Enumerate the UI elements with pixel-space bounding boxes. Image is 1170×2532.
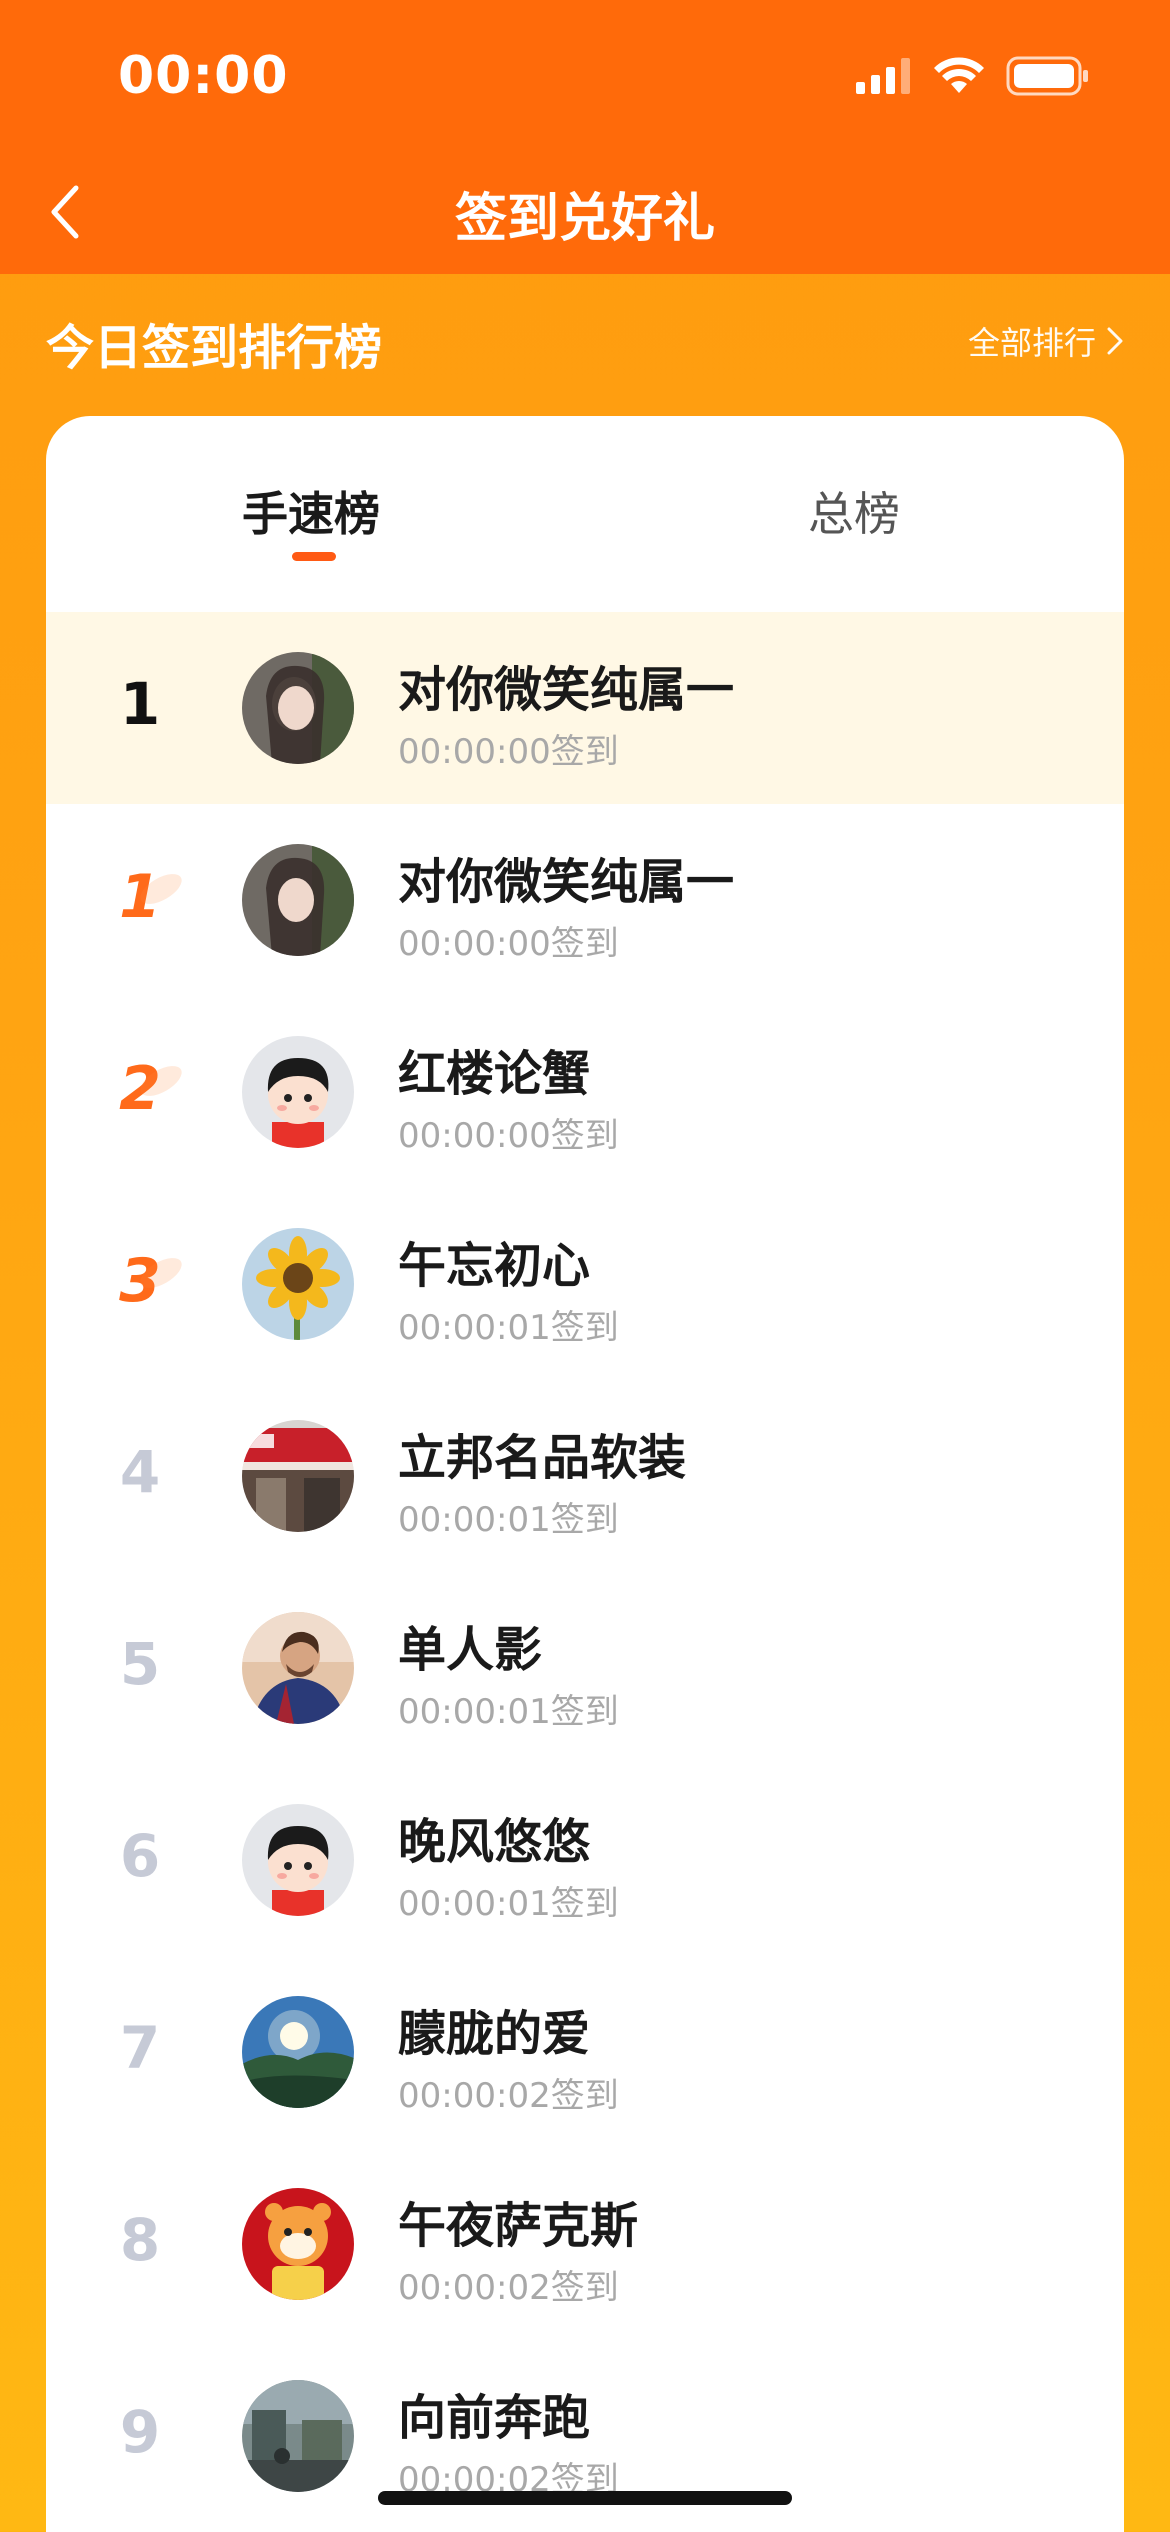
user-name: 立邦名品软装 [398,1430,687,1486]
my-ranking-row[interactable]: 1 对你微笑纯属一 00:00:00签到 [46,612,1124,804]
tab-bar: 手速榜 总榜 [46,416,1124,612]
ranking-row[interactable]: 3 午忘初心 00:00:01签到 [46,1188,1124,1380]
ranking-list: 1 对你微笑纯属一 00:00:00签到 1 对你微笑纯属一 00:00:00签… [46,612,1124,2532]
checkin-time: 00:00:00签到 [398,732,619,772]
woman-photo-avatar [242,652,354,764]
rank-number: 5 [119,1630,161,1698]
status-bar: 00:00 [0,0,1170,150]
sunflower-avatar [242,1228,354,1340]
ranking-title: 今日签到排行榜 [46,320,383,376]
tab-total-ranking[interactable]: 总榜 [808,478,900,544]
user-name: 午夜萨克斯 [398,2198,639,2254]
user-name: 朦胧的爱 [398,2006,591,2062]
rank-medal-number: 2 [90,1054,190,1124]
user-name: 午忘初心 [398,1238,591,1294]
wifi-icon [934,57,984,93]
storefront-avatar [242,1420,354,1532]
rank-number: 4 [119,1438,161,1506]
nav-bar: 签到兑好礼 [0,150,1170,274]
active-tab-indicator [292,552,336,561]
rank-number: 7 [119,2014,161,2082]
checkin-time: 00:00:01签到 [398,1884,619,1924]
ranking-row[interactable]: 8 午夜萨克斯 00:00:02签到 [46,2148,1124,2340]
ranking-row[interactable]: 6 晚风悠悠 00:00:01签到 [46,1764,1124,1956]
cartoon-boy-avatar [242,1036,354,1148]
ranking-row[interactable]: 4 立邦名品软装 00:00:01签到 [46,1380,1124,1572]
page-title: 签到兑好礼 [454,189,715,249]
battery-icon [1006,56,1088,96]
checkin-time: 00:00:02签到 [398,2076,619,2116]
ranking-row[interactable]: 2 红楼论蟹 00:00:00签到 [46,996,1124,1188]
ranking-row[interactable]: 7 朦胧的爱 00:00:02签到 [46,1956,1124,2148]
rank-number: 9 [119,2398,161,2466]
user-name: 对你微笑纯属一 [398,854,735,910]
user-name: 晚风悠悠 [398,1814,591,1870]
checkin-time: 00:00:01签到 [398,1500,619,1540]
signal-icon [856,58,910,94]
checkin-time: 00:00:01签到 [398,1692,619,1732]
woman-photo-avatar [242,844,354,956]
status-icons [856,56,1090,96]
footballer-avatar [242,1612,354,1724]
ranking-header: 今日签到排行榜 全部排行 [46,300,1124,380]
tab-speed-ranking[interactable]: 手速榜 [242,478,380,544]
checkin-time: 00:00:00签到 [398,924,619,964]
user-name: 单人影 [398,1622,543,1678]
see-all-ranking-link[interactable]: 全部排行 [968,318,1124,364]
checkin-time: 00:00:01签到 [398,1308,619,1348]
ranking-card: 手速榜 总榜 1 对你微笑纯属一 00:00:00签到 1 对你微笑纯属一 00… [46,416,1124,2532]
user-name: 对你微笑纯属一 [398,662,735,718]
rank-medal-number: 3 [90,1246,190,1316]
ranking-row[interactable]: 1 对你微笑纯属一 00:00:00签到 [46,804,1124,996]
sunburst-landscape-avatar [242,1996,354,2108]
rank-number: 1 [119,670,161,738]
home-indicator [378,2491,792,2505]
chevron-right-icon [1107,327,1123,355]
user-name: 向前奔跑 [398,2390,591,2446]
see-all-label: 全部排行 [967,324,1096,362]
ranking-row[interactable]: 5 单人影 00:00:01签到 [46,1572,1124,1764]
rank-medal-number: 1 [90,862,190,932]
status-time: 00:00 [118,46,289,106]
rank-number: 8 [119,2206,161,2274]
user-name: 红楼论蟹 [398,1046,591,1102]
rank-number: 6 [119,1822,161,1890]
street-photo-avatar [242,2380,354,2492]
tiger-cartoon-avatar [242,2188,354,2300]
cartoon-boy-avatar [242,1804,354,1916]
checkin-time: 00:00:00签到 [398,1116,619,1156]
checkin-time: 00:00:02签到 [398,2268,619,2308]
